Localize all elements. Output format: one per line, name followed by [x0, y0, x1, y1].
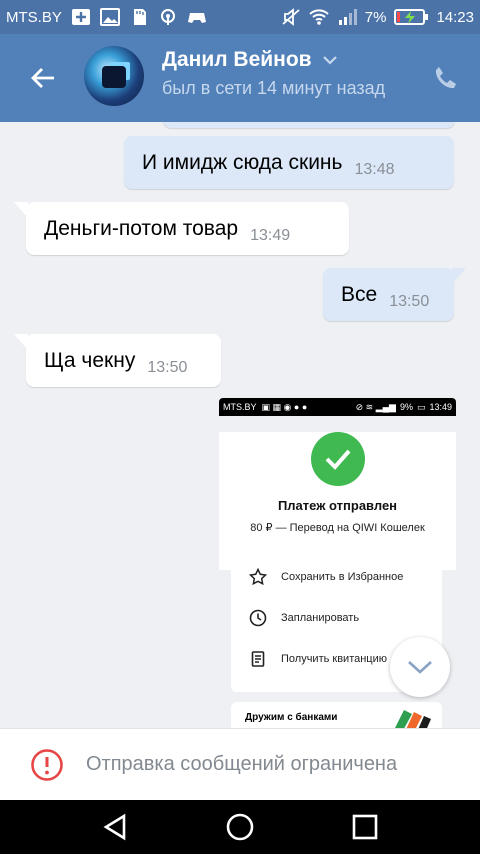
message-list[interactable]: И имидж сюда скинь 13:48 Деньги-потом то… [0, 122, 480, 728]
message-text: Все [341, 282, 378, 306]
message-time: 13:50 [389, 292, 430, 310]
message-time: 13:48 [354, 160, 395, 178]
receipt-icon [251, 650, 265, 667]
star-icon [249, 567, 267, 585]
message-bubble-incoming[interactable]: Деньги-потом товар 13:49 [14, 202, 349, 255]
bubble-tail [14, 334, 28, 350]
contact-name: Данил Вейнов [162, 48, 312, 71]
action-label: Запланировать [281, 611, 360, 624]
payment-title: Платеж отправлен [277, 498, 398, 513]
message-text: Деньги-потом товар [44, 216, 239, 240]
back-arrow-icon [31, 68, 54, 88]
gamepad-icon [187, 13, 206, 23]
action-schedule: Запланировать [231, 597, 442, 638]
action-label: Сохранить в Избранное [281, 570, 404, 583]
chevron-down-icon [408, 661, 432, 674]
back-button[interactable] [0, 34, 86, 122]
action-label: Получить квитанцию [281, 652, 388, 665]
signal-icon [338, 9, 357, 25]
scroll-down-button[interactable] [390, 637, 450, 697]
attachment-signal-icons: ⊘ ≋ ▂▄▆ [355, 401, 396, 412]
attachment-battery: 9% [399, 402, 413, 412]
restriction-text: Отправка сообщений ограничена [86, 753, 398, 775]
clock-icon [249, 609, 267, 626]
nav-back-icon[interactable] [100, 812, 130, 842]
image-icon [99, 8, 120, 26]
hotspot-icon [160, 9, 175, 25]
mute-icon [282, 8, 300, 26]
plus-box-icon [71, 9, 90, 25]
battery-percent: 7% [364, 8, 387, 26]
nav-home-icon[interactable] [225, 812, 255, 842]
battery-charging-icon [394, 9, 429, 25]
message-time: 13:50 [147, 358, 188, 376]
system-navigation-bar [0, 800, 480, 854]
payment-subtitle: 80 ₽ — Перевод на QIWI Кошелек [250, 522, 425, 534]
attachment-time: 13:49 [429, 402, 452, 412]
nav-recents-icon[interactable] [350, 812, 380, 842]
chevron-down-icon [322, 56, 337, 65]
sd-card-icon [133, 9, 146, 25]
clock-time: 14:23 [436, 8, 474, 26]
checkmark-icon [310, 432, 365, 486]
phone-icon [435, 67, 456, 89]
message-bubble-outgoing[interactable]: И имидж сюда скинь 13:48 [124, 136, 454, 189]
call-button[interactable] [432, 64, 460, 97]
attachment-carrier: MTS.BY [223, 402, 257, 412]
attachment-status-icons: ▣ ▦ ◉ ● ● [261, 401, 308, 412]
message-bubble-partial[interactable] [163, 122, 455, 128]
action-save-favorite: Сохранить в Избранное [231, 556, 442, 597]
message-text: Ща чекну [44, 348, 136, 372]
wifi-icon [309, 9, 329, 25]
attachment-battery-icon: ▭ [416, 401, 426, 412]
bubble-tail [452, 268, 466, 284]
banner-text: Дружим с банками [245, 712, 338, 723]
avatar[interactable] [84, 46, 144, 106]
chat-header: Данил Вейнов был в сети 14 минут назад [0, 34, 480, 122]
banks-banner: Дружим с банками [231, 702, 442, 728]
messaging-restricted-bar: Отправка сообщений ограничена [0, 728, 480, 800]
message-bubble-outgoing[interactable]: Все 13:50 [323, 268, 466, 321]
chat-title-area[interactable]: Данил Вейнов был в сети 14 минут назад [162, 48, 412, 99]
alert-circle-icon [31, 748, 63, 781]
bank-cards-icon [395, 710, 431, 728]
attachment-status-bar: MTS.BY ▣ ▦ ◉ ● ● ⊘ ≋ ▂▄▆ 9% ▭ 13:49 [219, 398, 456, 416]
bubble-tail [14, 202, 28, 218]
last-seen-status: был в сети 14 минут назад [162, 78, 386, 98]
carrier-label: MTS.BY [6, 8, 62, 26]
message-time: 13:49 [250, 226, 291, 244]
message-bubble-incoming[interactable]: Ща чекну 13:50 [14, 334, 221, 387]
status-bar: MTS.BY 7% 14:23 [0, 0, 480, 34]
message-text: И имидж сюда скинь [142, 150, 343, 174]
